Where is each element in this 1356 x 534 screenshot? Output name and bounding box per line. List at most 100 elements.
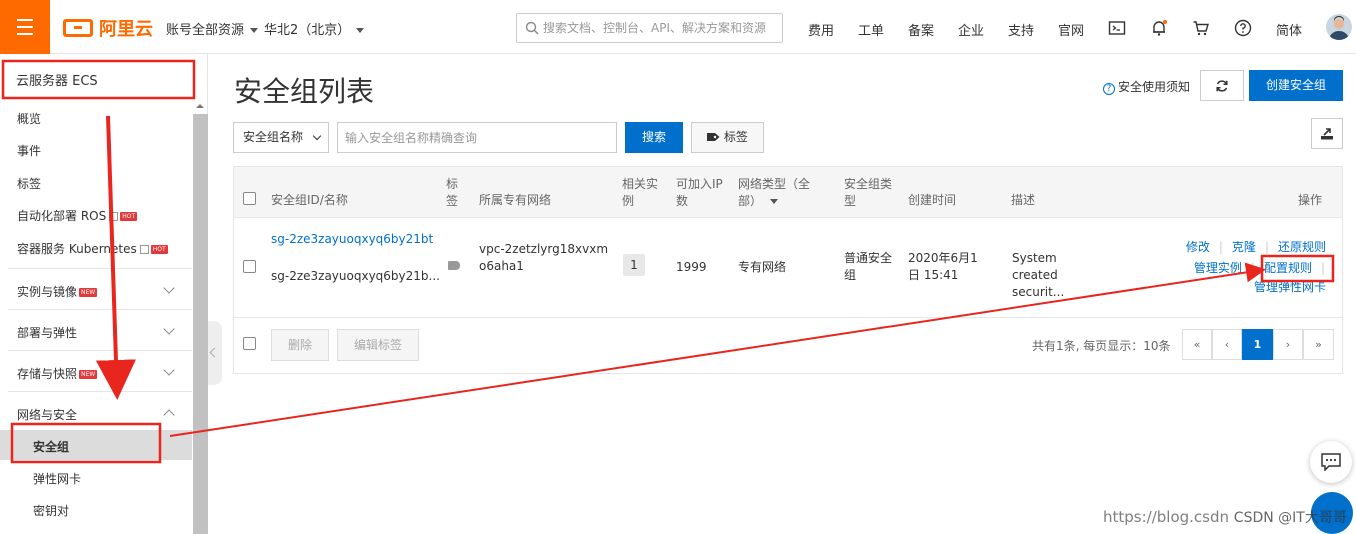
account-scope-select[interactable]: 账号全部资源	[166, 19, 259, 38]
config-rules-link[interactable]: 配置规则	[1264, 261, 1312, 275]
filter-field-select[interactable]: 安全组名称	[233, 122, 329, 153]
top-navigation-bar: 阿里云 账号全部资源 华北2（北京） 费用 工单 备案 企业 支持 官网 简体	[0, 0, 1356, 54]
sidebar-item-security-group[interactable]: 安全组	[33, 438, 69, 455]
page-next-button[interactable]: ›	[1273, 329, 1303, 360]
external-link-icon	[139, 245, 149, 254]
available-ip-count: 1999	[676, 260, 707, 274]
page-first-button[interactable]: «	[1182, 329, 1212, 360]
security-notice-link[interactable]: ? 安全使用须知	[1103, 78, 1190, 95]
row-operations-line1: 修改 | 克隆 | 还原规则	[1185, 240, 1326, 254]
col-related-instances: 相关实例	[622, 177, 659, 208]
chevron-up-icon[interactable]	[163, 409, 175, 421]
global-search[interactable]	[516, 13, 783, 43]
security-group-id-link[interactable]: sg-2ze3zayuoqxyq6by21bt	[271, 231, 433, 248]
manage-eni-link[interactable]: 管理弹性网卡	[1254, 279, 1326, 296]
bell-icon[interactable]	[1150, 19, 1168, 37]
modify-link[interactable]: 修改	[1186, 240, 1210, 254]
footer-select-checkbox[interactable]	[243, 337, 256, 350]
cart-icon[interactable]	[1192, 19, 1210, 37]
logo-mark-icon	[63, 19, 93, 37]
hamburger-menu-icon[interactable]	[0, 0, 50, 54]
vpc-id[interactable]: vpc-2zetzlyrg18xvxmo6aha1	[479, 241, 614, 275]
refresh-button[interactable]	[1200, 70, 1244, 101]
security-group-table: 安全组ID/名称 标签 所属专有网络 相关实例 可加入IP数 网络类型（全部） …	[233, 166, 1343, 374]
col-id-name: 安全组ID/名称	[271, 193, 348, 207]
page-title: 安全组列表	[234, 75, 375, 108]
export-button[interactable]	[1311, 118, 1343, 149]
nav-enterprise[interactable]: 企业	[958, 20, 984, 39]
sidebar-item-ros[interactable]: 自动化部署 ROS HOT	[17, 207, 138, 224]
language-switch[interactable]: 简体	[1276, 20, 1302, 39]
watermark: https://blog.csdn CSDN @IT大哥哥	[1103, 508, 1347, 526]
scroll-up-arrow-icon[interactable]	[196, 104, 204, 108]
sidebar-item-events[interactable]: 事件	[17, 142, 41, 159]
chevron-down-icon[interactable]	[163, 364, 175, 376]
sidebar-item-kubernetes[interactable]: 容器服务 Kubernetes HOT	[17, 240, 168, 257]
global-search-input[interactable]	[543, 21, 773, 35]
row-checkbox[interactable]	[243, 260, 256, 273]
chat-icon	[1321, 453, 1341, 471]
tag-filter-button[interactable]: 标签	[691, 122, 764, 153]
divider	[8, 391, 192, 392]
filter-caret-icon	[769, 199, 778, 204]
pagination-summary: 共有1条, 每页显示：10条	[1032, 339, 1171, 353]
page-last-button[interactable]: »	[1303, 329, 1334, 360]
sidebar-item-overview[interactable]: 概览	[17, 110, 41, 127]
divider	[8, 268, 192, 269]
sidebar-item-keypair[interactable]: 密钥对	[33, 502, 69, 519]
security-group-name: sg-2ze3zayuoqxyq6by21b...	[271, 269, 440, 283]
col-network-type[interactable]: 网络类型（全部）	[738, 176, 818, 210]
caret-down-icon	[356, 28, 365, 33]
help-icon[interactable]	[1234, 19, 1252, 37]
sidebar-item-tags[interactable]: 标签	[17, 175, 41, 192]
sidebar-group-deployment[interactable]: 部署与弹性	[17, 324, 77, 341]
question-icon: ?	[1103, 83, 1115, 95]
nav-ticket[interactable]: 工单	[858, 20, 884, 39]
manage-instances-link[interactable]: 管理实例	[1194, 261, 1242, 275]
chevron-down-icon[interactable]	[163, 282, 175, 294]
hot-badge: HOT	[150, 245, 168, 254]
security-group-name-input[interactable]	[337, 122, 617, 153]
sidebar-scrollbar[interactable]	[193, 114, 208, 534]
divider	[234, 317, 1342, 318]
clone-link[interactable]: 克隆	[1232, 240, 1256, 254]
col-available-ip: 可加入IP数	[676, 177, 723, 208]
terminal-icon[interactable]	[1108, 19, 1126, 37]
sidebar-group-network-security[interactable]: 网络与安全	[17, 406, 77, 423]
chevron-down-icon[interactable]	[163, 323, 175, 335]
aliyun-logo[interactable]: 阿里云	[63, 16, 153, 40]
search-button[interactable]: 搜索	[625, 122, 683, 153]
restore-rules-link[interactable]: 还原规则	[1278, 240, 1326, 254]
network-type: 专有网络	[738, 260, 787, 274]
nav-official-site[interactable]: 官网	[1058, 20, 1084, 39]
sidebar-group-storage[interactable]: 存储与快照 NEW	[17, 365, 98, 382]
edit-tags-button[interactable]: 编辑标签	[337, 329, 419, 361]
select-all-checkbox[interactable]	[243, 192, 256, 205]
caret-down-icon	[250, 28, 259, 33]
nav-icp[interactable]: 备案	[908, 20, 934, 39]
nav-support[interactable]: 支持	[1008, 20, 1034, 39]
description: System created securit...	[1012, 251, 1065, 299]
region-select[interactable]: 华北2（北京）	[264, 19, 365, 38]
sidebar-collapse-toggle[interactable]	[208, 321, 222, 385]
nav-billing[interactable]: 费用	[808, 20, 834, 39]
related-instance-count[interactable]: 1	[623, 254, 645, 276]
new-badge: NEW	[79, 288, 98, 297]
sidebar-item-eni[interactable]: 弹性网卡	[33, 470, 81, 487]
col-sg-type: 安全组类型	[844, 177, 893, 208]
sidebar-title[interactable]: 云服务器 ECS	[16, 70, 98, 89]
col-tag: 标签	[446, 177, 459, 208]
hot-badge: HOT	[120, 212, 138, 221]
sidebar-active-highlight	[0, 430, 192, 460]
page-1-button[interactable]: 1	[1242, 329, 1273, 360]
col-operations: 操作	[1298, 193, 1323, 207]
page-prev-button[interactable]: ‹	[1212, 329, 1242, 360]
sidebar: 云服务器 ECS 概览 事件 标签 自动化部署 ROS HOT 容器服务 Kube…	[0, 54, 208, 534]
sidebar-group-instances[interactable]: 实例与镜像 NEW	[17, 283, 98, 300]
tag-icon[interactable]	[448, 261, 460, 270]
delete-button[interactable]: 删除	[271, 329, 329, 361]
create-security-group-button[interactable]: 创建安全组	[1249, 70, 1343, 101]
user-avatar[interactable]	[1326, 14, 1352, 40]
col-created-time: 创建时间	[908, 193, 957, 207]
feedback-button[interactable]	[1310, 441, 1352, 483]
